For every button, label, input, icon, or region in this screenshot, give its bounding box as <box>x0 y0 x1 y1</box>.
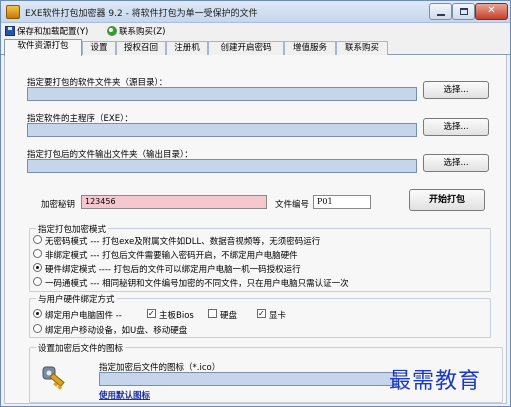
tab-package[interactable]: 软件资源打包 <box>4 39 82 56</box>
pack-mode-radio-2[interactable] <box>33 263 42 272</box>
bios-checkbox[interactable] <box>147 309 156 318</box>
contact-icon <box>107 26 117 36</box>
pack-mode-radio-1[interactable] <box>33 249 42 258</box>
pack-mode-radio-3[interactable] <box>33 277 42 286</box>
icon-settings-title: 设置加密后文件的图标 <box>36 342 126 354</box>
encryption-key-label: 加密秘钥 <box>41 200 76 210</box>
title-bar: EXE软件打包加密器 9.2 - 将软件打包为单一受保护的文件 ✕ <box>1 1 510 23</box>
pack-mode-title: 指定打包加密模式 <box>36 223 109 235</box>
tab-revoke[interactable]: 授权召回 <box>116 41 166 55</box>
menu-contact-label: 联系购买(Z) <box>119 27 166 37</box>
main-exe-input[interactable] <box>27 123 417 137</box>
close-button[interactable]: ✕ <box>475 3 508 20</box>
output-dir-browse-button[interactable]: 选择... <box>423 154 489 172</box>
disk-label: 硬盘 <box>220 311 238 321</box>
menu-bar: 保存和加载配置(Y) 联系购买(Z) <box>1 23 510 39</box>
default-icon-link[interactable]: 使用默认图标 <box>99 389 150 401</box>
file-id-label: 文件编号 <box>275 200 310 210</box>
pack-mode-radio-0[interactable] <box>33 235 42 244</box>
gpu-label: 显卡 <box>269 311 287 321</box>
app-icon <box>6 5 20 19</box>
bind-pc-label: 绑定用户电脑固件 -- <box>45 311 122 321</box>
source-dir-input[interactable] <box>27 87 417 101</box>
tab-strip: 软件资源打包 设置 授权召回 注册机 创建开启密码 增值服务 联系购买 <box>1 39 510 56</box>
save-icon <box>5 26 15 36</box>
menu-save-config-label: 保存和加载配置(Y) <box>17 27 89 37</box>
start-pack-button[interactable]: 开始打包 <box>409 189 485 211</box>
app-window: EXE软件打包加密器 9.2 - 将软件打包为单一受保护的文件 ✕ 保存和加载配… <box>0 0 511 407</box>
encryption-key-input[interactable]: 123456 <box>81 195 267 209</box>
tab-keygen[interactable]: 注册机 <box>166 41 208 55</box>
main-exe-browse-button[interactable]: 选择... <box>423 118 489 136</box>
disk-checkbox[interactable] <box>208 309 217 318</box>
pack-mode-option-1: 非绑定模式 --- 打包后文件需要输入密码开启，不绑定用户电脑硬件 <box>45 251 298 261</box>
maximize-icon <box>460 8 468 15</box>
icon-file-input[interactable] <box>99 372 397 386</box>
tab-create-password[interactable]: 创建开启密码 <box>208 41 284 55</box>
output-dir-input[interactable] <box>27 159 417 173</box>
menu-save-config[interactable]: 保存和加载配置(Y) <box>5 25 88 38</box>
menu-contact[interactable]: 联系购买(Z) <box>107 25 165 38</box>
minimize-button[interactable] <box>429 3 452 20</box>
pack-mode-option-2: 硬件绑定模式 ---- 打包后的文件可以绑定用户电脑一机一码授权运行 <box>45 265 301 275</box>
tab-value-added[interactable]: 增值服务 <box>284 41 336 55</box>
file-id-input[interactable]: P01 <box>313 195 371 209</box>
source-dir-browse-button[interactable]: 选择... <box>423 81 489 99</box>
gpu-checkbox[interactable] <box>257 309 266 318</box>
key-icon <box>42 366 65 390</box>
tab-purchase[interactable]: 联系购买 <box>336 41 388 55</box>
hardware-bind-title: 与用户硬件绑定方式 <box>36 293 117 305</box>
close-icon: ✕ <box>487 5 496 16</box>
maximize-button[interactable] <box>452 3 475 20</box>
window-title: EXE软件打包加密器 9.2 - 将软件打包为单一受保护的文件 <box>25 9 258 19</box>
pack-mode-option-0: 无密码模式 --- 打包exe及附属文件如DLL、数据音视频等，无须密码运行 <box>45 237 321 247</box>
bios-label: 主板Bios <box>159 311 194 321</box>
pack-mode-option-3: 一码通模式 --- 相同秘钥和文件编号加密的不同文件，只在用户电脑只需认证一次 <box>45 279 349 289</box>
bind-mobile-radio[interactable] <box>33 324 42 333</box>
minimize-icon <box>437 14 445 16</box>
tab-settings[interactable]: 设置 <box>82 41 116 55</box>
bind-mobile-label: 绑定用户移动设备，如U盘、移动硬盘 <box>45 326 188 336</box>
bind-pc-radio[interactable] <box>33 309 42 318</box>
watermark-text: 最需教育 <box>389 369 482 394</box>
